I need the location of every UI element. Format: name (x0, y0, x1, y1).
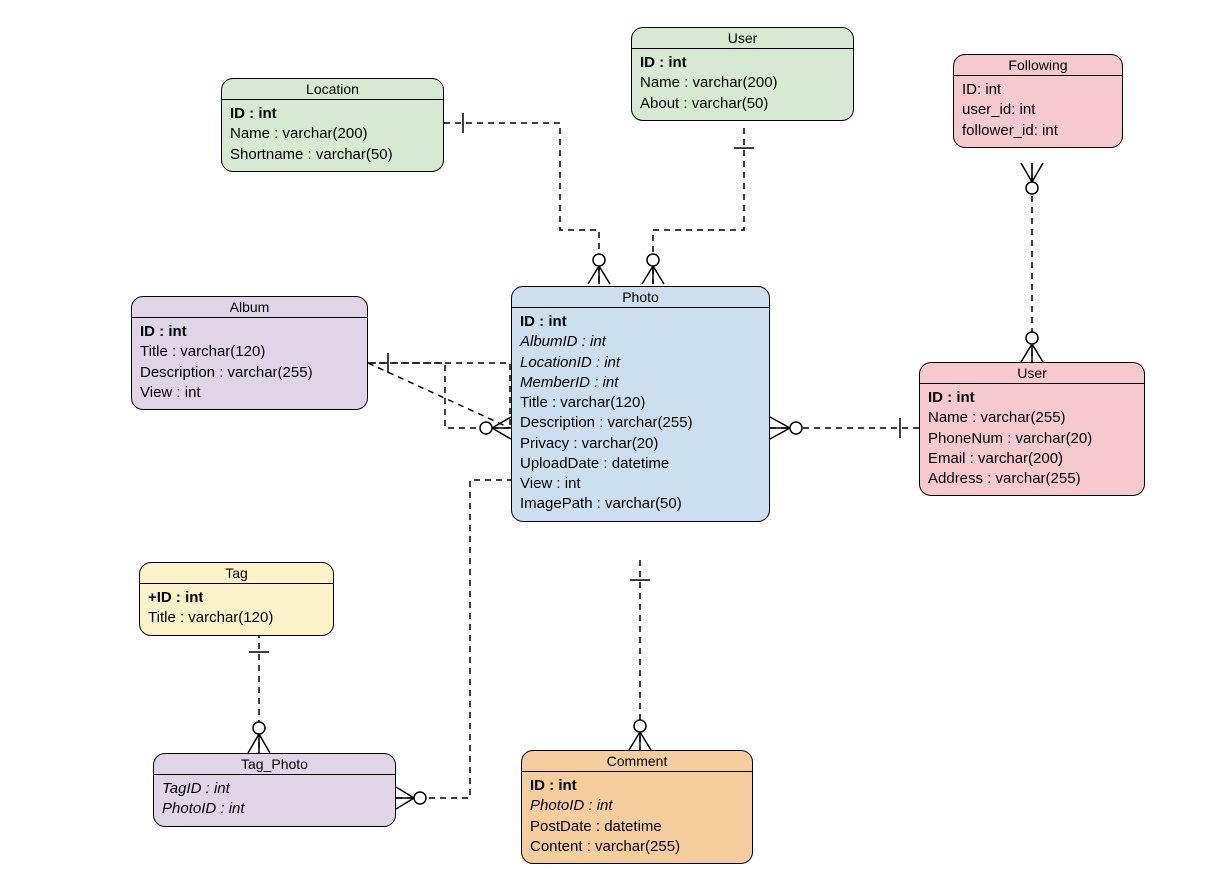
attribute-row: View : int (140, 383, 359, 403)
entity-body: ID : intPhotoID : intPostDate : datetime… (522, 772, 752, 863)
entity-body: +ID : intTitle : varchar(120) (140, 584, 333, 635)
attribute-row: follower_id: int (962, 121, 1114, 141)
attribute-row: PhotoID : int (530, 796, 744, 816)
entity-body: TagID : intPhotoID : int (154, 775, 395, 826)
entity-title: User (632, 28, 853, 49)
diagram-canvas: .dash { stroke:#000; stroke-width:1.5; f… (0, 0, 1226, 887)
entity-title: Album (132, 297, 367, 318)
entity-title: User (920, 363, 1144, 384)
entity-body: ID : intName : varchar(255)PhoneNum : va… (920, 384, 1144, 495)
entity-body: ID : intName : varchar(200)Shortname : v… (222, 100, 443, 171)
entity-user-right: User ID : intName : varchar(255)PhoneNum… (919, 362, 1145, 496)
entity-title: Tag (140, 563, 333, 584)
attribute-row: +ID : int (148, 588, 325, 608)
attribute-row: ID : int (140, 322, 359, 342)
attribute-row: Shortname : varchar(50) (230, 145, 435, 165)
attribute-row: PostDate : datetime (530, 817, 744, 837)
attribute-row: PhotoID : int (162, 799, 387, 819)
entity-body: ID : intName : varchar(200)About : varch… (632, 49, 853, 120)
attribute-row: Name : varchar(255) (928, 408, 1136, 428)
entity-location: Location ID : intName : varchar(200)Shor… (221, 78, 444, 172)
attribute-row: Title : varchar(120) (140, 342, 359, 362)
attribute-row: Email : varchar(200) (928, 449, 1136, 469)
attribute-row: user_id: int (962, 100, 1114, 120)
entity-title: Tag_Photo (154, 754, 395, 775)
entity-body: ID: intuser_id: intfollower_id: int (954, 76, 1122, 147)
entity-body: ID : intTitle : varchar(120)Description … (132, 318, 367, 409)
attribute-row: Name : varchar(200) (230, 124, 435, 144)
entity-tag-photo: Tag_Photo TagID : intPhotoID : int (153, 753, 396, 827)
attribute-row: UploadDate : datetime (520, 454, 761, 474)
attribute-row: MemberID : int (520, 373, 761, 393)
entity-following: Following ID: intuser_id: intfollower_id… (953, 54, 1123, 148)
attribute-row: Description : varchar(255) (520, 413, 761, 433)
attribute-row: Description : varchar(255) (140, 363, 359, 383)
attribute-row: Title : varchar(120) (520, 393, 761, 413)
entity-title: Photo (512, 287, 769, 308)
entity-comment: Comment ID : intPhotoID : intPostDate : … (521, 750, 753, 864)
entity-title: Location (222, 79, 443, 100)
entity-photo: Photo ID : intAlbumID : intLocationID : … (511, 286, 770, 522)
attribute-row: ImagePath : varchar(50) (520, 494, 761, 514)
entity-user-top: User ID : intName : varchar(200)About : … (631, 27, 854, 121)
attribute-row: ID : int (230, 104, 435, 124)
entity-tag: Tag +ID : intTitle : varchar(120) (139, 562, 334, 636)
attribute-row: ID : int (928, 388, 1136, 408)
attribute-row: Name : varchar(200) (640, 73, 845, 93)
entity-title: Comment (522, 751, 752, 772)
attribute-row: AlbumID : int (520, 332, 761, 352)
attribute-row: Address : varchar(255) (928, 469, 1136, 489)
attribute-row: ID : int (520, 312, 761, 332)
entity-album: Album ID : intTitle : varchar(120)Descri… (131, 296, 368, 410)
attribute-row: Title : varchar(120) (148, 608, 325, 628)
attribute-row: ID : int (640, 53, 845, 73)
attribute-row: PhoneNum : varchar(20) (928, 429, 1136, 449)
attribute-row: About : varchar(50) (640, 94, 845, 114)
entity-title: Following (954, 55, 1122, 76)
attribute-row: Content : varchar(255) (530, 837, 744, 857)
attribute-row: ID : int (530, 776, 744, 796)
attribute-row: LocationID : int (520, 353, 761, 373)
attribute-row: ID: int (962, 80, 1114, 100)
entity-body: ID : intAlbumID : intLocationID : intMem… (512, 308, 769, 521)
attribute-row: View : int (520, 474, 761, 494)
attribute-row: Privacy : varchar(20) (520, 434, 761, 454)
attribute-row: TagID : int (162, 779, 387, 799)
